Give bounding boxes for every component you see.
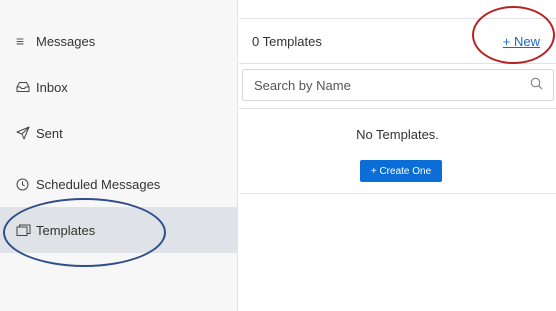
search-box — [242, 69, 554, 101]
divider — [239, 108, 556, 109]
search-icon[interactable] — [530, 77, 543, 93]
sidebar-item-label: Templates — [36, 222, 96, 238]
sidebar-item-templates[interactable]: Templates — [0, 207, 238, 253]
divider — [239, 193, 556, 194]
templates-count: 0 Templates — [252, 33, 322, 49]
templates-header: 0 Templates + New — [239, 18, 556, 64]
new-template-link[interactable]: + New — [503, 34, 540, 49]
main-panel: 0 Templates + New No Templates. + Create… — [239, 0, 556, 311]
sidebar-item-label: Inbox — [36, 79, 68, 95]
clock-icon — [16, 178, 36, 191]
sidebar-item-scheduled-messages[interactable]: Scheduled Messages — [0, 161, 238, 207]
send-icon — [16, 126, 36, 140]
folder-icon — [16, 224, 36, 237]
sidebar-header-label: Messages — [36, 33, 96, 49]
search-input[interactable] — [254, 77, 514, 93]
sidebar-item-label: Sent — [36, 125, 63, 141]
empty-state-text: No Templates. — [356, 127, 439, 142]
menu-icon[interactable]: ≡ — [16, 33, 36, 49]
sidebar-item-sent[interactable]: Sent — [0, 110, 238, 156]
inbox-icon — [16, 81, 36, 93]
sidebar-item-inbox[interactable]: Inbox — [0, 64, 238, 110]
sidebar: ≡ Messages Inbox Sent Scheduled Messages… — [0, 0, 238, 311]
sidebar-header[interactable]: ≡ Messages — [0, 18, 238, 64]
create-one-button[interactable]: + Create One — [360, 160, 442, 182]
sidebar-item-label: Scheduled Messages — [36, 176, 161, 192]
